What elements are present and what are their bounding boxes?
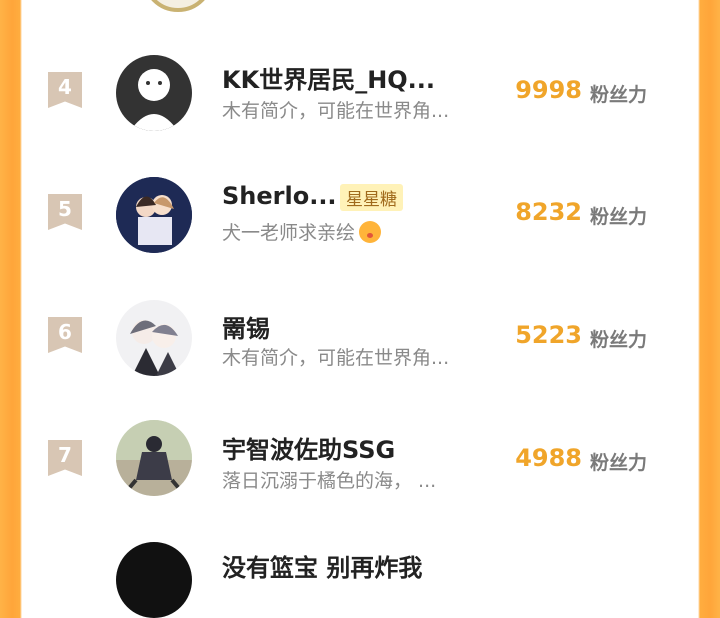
partial-user-name[interactable]: 没有篮宝 别再炸我 <box>222 548 422 583</box>
rank-ribbon: 5 <box>48 194 82 230</box>
user-bio: 木有简介，可能在世界角... <box>222 347 450 369</box>
anime-boys-avatar[interactable] <box>116 300 192 376</box>
user-name[interactable]: Sherlo... <box>222 182 337 210</box>
fan-power-value: 4988 <box>515 444 582 472</box>
fan-power-value: 9998 <box>515 76 582 104</box>
kiss-emoji-icon <box>359 221 382 243</box>
user-name[interactable]: KK世界居民_HQ... <box>222 60 435 95</box>
fan-power-label: 粉丝力 <box>590 329 648 351</box>
list-item[interactable]: 5 Sherlo... 星星糖 犬一老师求亲绘 8232 粉丝力 <box>22 172 698 272</box>
list-item[interactable]: 4 KK世界居民_HQ... 木有简介，可能在世界角... 9998 粉丝力 <box>22 50 698 150</box>
fan-ranking-list: 4 KK世界居民_HQ... 木有简介，可能在世界角... 9998 粉丝力 5 <box>22 0 698 562</box>
fan-power-label: 粉丝力 <box>590 84 648 106</box>
ninja-avatar[interactable] <box>116 420 192 496</box>
rank-ribbon: 6 <box>48 317 82 353</box>
anime-couple-avatar[interactable] <box>116 177 192 253</box>
rank-ribbon: 4 <box>48 72 82 108</box>
user-name[interactable]: 罱锡 <box>222 309 270 344</box>
list-item[interactable]: 7 宇智波佐助SSG 落日沉溺于橘色的海， ... 4988 粉丝力 <box>22 418 698 518</box>
fan-power-label: 粉丝力 <box>590 452 648 474</box>
user-bio: 木有简介，可能在世界角... <box>222 100 450 122</box>
user-bio: 落日沉溺于橘色的海， ... <box>222 470 437 492</box>
top-avatar-partial[interactable] <box>142 0 214 12</box>
rank-ribbon: 7 <box>48 440 82 476</box>
bottom-avatar-partial[interactable] <box>116 542 192 618</box>
fan-power-value: 5223 <box>515 321 582 349</box>
fan-power-value: 8232 <box>515 198 582 226</box>
list-item[interactable]: 6 罱锡 木有简介，可能在世界角... 5223 粉丝力 <box>22 295 698 395</box>
bio-text: 犬一老师求亲绘 <box>222 222 356 244</box>
user-name[interactable]: 宇智波佐助SSG <box>222 430 395 465</box>
default-user-icon[interactable] <box>116 55 192 131</box>
fan-power-label: 粉丝力 <box>590 206 648 228</box>
user-bio: 犬一老师求亲绘 <box>222 218 382 245</box>
member-badge: 星星糖 <box>340 184 403 211</box>
